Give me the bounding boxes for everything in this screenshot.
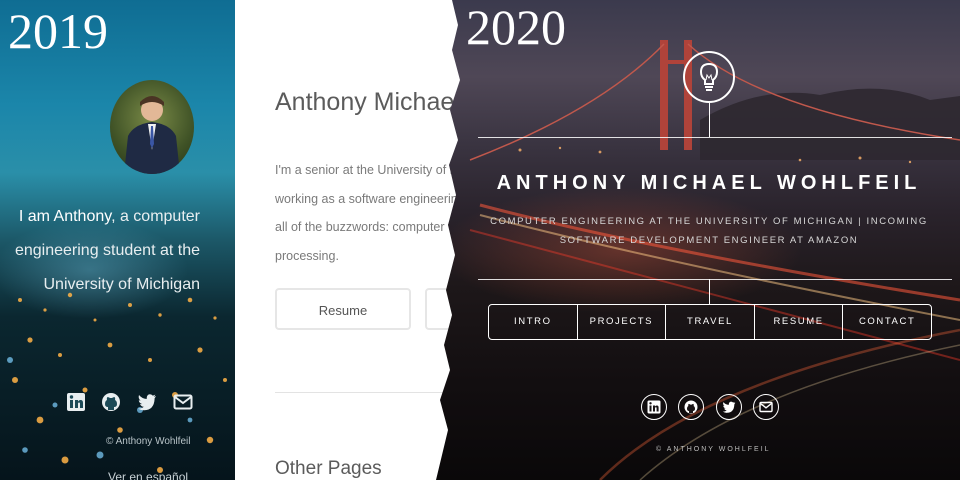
nav-resume[interactable]: RESUME bbox=[755, 305, 844, 339]
twitter-icon[interactable] bbox=[137, 392, 157, 412]
connector-line bbox=[709, 279, 710, 304]
resume-button[interactable]: Resume bbox=[275, 288, 411, 330]
header-top-rule bbox=[478, 137, 952, 138]
spanish-link[interactable]: Ver en español bbox=[108, 470, 188, 480]
intro-line1: , a computer bbox=[111, 208, 200, 225]
intro-line3: University of Michigan bbox=[43, 276, 201, 293]
year-label-2020: 2020 bbox=[466, 0, 566, 55]
github-link[interactable] bbox=[678, 394, 704, 420]
copyright-2019: © Anthony Wohlfeil bbox=[106, 436, 191, 447]
intro-text: I am Anthony, a computer engineering stu… bbox=[0, 200, 200, 302]
tagline-line2: SOFTWARE DEVELOPMENT ENGINEER AT AMAZON bbox=[559, 235, 859, 246]
sidebar-2019: 2019 I am Anthony, a computer engineerin… bbox=[0, 0, 235, 480]
connector-line bbox=[709, 103, 710, 137]
profile-photo bbox=[124, 96, 180, 174]
nav-travel[interactable]: TRAVEL bbox=[666, 305, 755, 339]
nav-projects[interactable]: PROJECTS bbox=[578, 305, 667, 339]
linkedin-icon[interactable] bbox=[66, 392, 86, 412]
intro-name: I am Anthony bbox=[18, 208, 112, 225]
twitter-link[interactable] bbox=[716, 394, 742, 420]
mail-link[interactable] bbox=[753, 394, 779, 420]
page-title-2020: ANTHONY MICHAEL WOHLFEIL bbox=[496, 172, 922, 194]
avatar bbox=[110, 80, 194, 174]
lightbulb-icon bbox=[699, 62, 719, 91]
github-icon[interactable] bbox=[101, 392, 121, 412]
linkedin-link[interactable] bbox=[641, 394, 667, 420]
copyright-2020: © ANTHONY WOHLFEIL bbox=[656, 446, 771, 453]
tagline-line1: COMPUTER ENGINEERING AT THE UNIVERSITY O… bbox=[490, 216, 928, 227]
mail-icon[interactable] bbox=[173, 392, 193, 412]
linkedin-icon bbox=[647, 400, 661, 414]
lightbulb-logo bbox=[683, 51, 735, 103]
mail-icon bbox=[759, 401, 773, 413]
header-bottom-rule bbox=[478, 279, 952, 280]
tagline: COMPUTER ENGINEERING AT THE UNIVERSITY O… bbox=[478, 212, 940, 250]
intro-line2: engineering student at the bbox=[14, 242, 200, 259]
nav-intro[interactable]: INTRO bbox=[489, 305, 578, 339]
year-label-2019: 2019 bbox=[8, 3, 108, 59]
twitter-icon bbox=[722, 401, 736, 413]
nav-contact[interactable]: CONTACT bbox=[843, 305, 931, 339]
main-nav: INTRO PROJECTS TRAVEL RESUME CONTACT bbox=[488, 304, 932, 340]
other-pages-heading: Other Pages bbox=[275, 458, 382, 479]
github-icon bbox=[684, 400, 698, 414]
